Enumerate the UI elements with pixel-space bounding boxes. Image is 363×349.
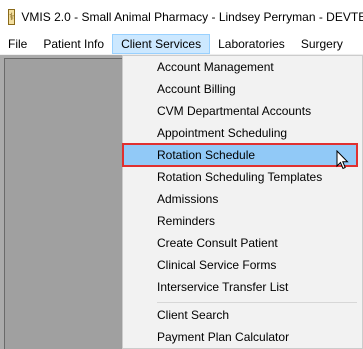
menu-item-clinical-service-forms[interactable]: Clinical Service Forms [123, 254, 363, 276]
client-services-dropdown: Account Management Account Billing CVM D… [122, 55, 363, 349]
menu-separator [157, 302, 357, 303]
menu-bar: File Patient Info Client Services Labora… [0, 34, 363, 55]
menu-item-rotation-scheduling-templates[interactable]: Rotation Scheduling Templates [123, 166, 363, 188]
menu-client-services[interactable]: Client Services [112, 34, 211, 54]
menu-item-rotation-schedule[interactable]: Rotation Schedule [122, 143, 358, 167]
menu-patient-info[interactable]: Patient Info [35, 34, 112, 54]
title-bar: ⚕ VMIS 2.0 - Small Animal Pharmacy - Lin… [0, 0, 363, 34]
menu-laboratories[interactable]: Laboratories [210, 34, 293, 54]
menu-item-reminders[interactable]: Reminders [123, 210, 363, 232]
mdi-client-inner [4, 58, 122, 349]
menu-item-account-management[interactable]: Account Management [123, 56, 363, 78]
app-icon: ⚕ [8, 9, 16, 25]
menu-surgery[interactable]: Surgery [293, 34, 351, 54]
menu-item-admissions[interactable]: Admissions [123, 188, 363, 210]
menu-item-payment-plan-calculator[interactable]: Payment Plan Calculator [123, 326, 363, 348]
menu-item-interservice-transfer-list[interactable]: Interservice Transfer List [123, 276, 363, 298]
menu-file[interactable]: File [0, 34, 35, 54]
menu-item-appointment-scheduling[interactable]: Appointment Scheduling [123, 122, 363, 144]
menu-item-account-billing[interactable]: Account Billing [123, 78, 363, 100]
window-title: VMIS 2.0 - Small Animal Pharmacy - Linds… [21, 10, 363, 24]
menu-item-cvm-departmental-accounts[interactable]: CVM Departmental Accounts [123, 100, 363, 122]
menu-item-client-search[interactable]: Client Search [123, 304, 363, 326]
mdi-client-area [0, 55, 122, 349]
menu-item-create-consult-patient[interactable]: Create Consult Patient [123, 232, 363, 254]
mouse-cursor-icon [336, 150, 349, 170]
